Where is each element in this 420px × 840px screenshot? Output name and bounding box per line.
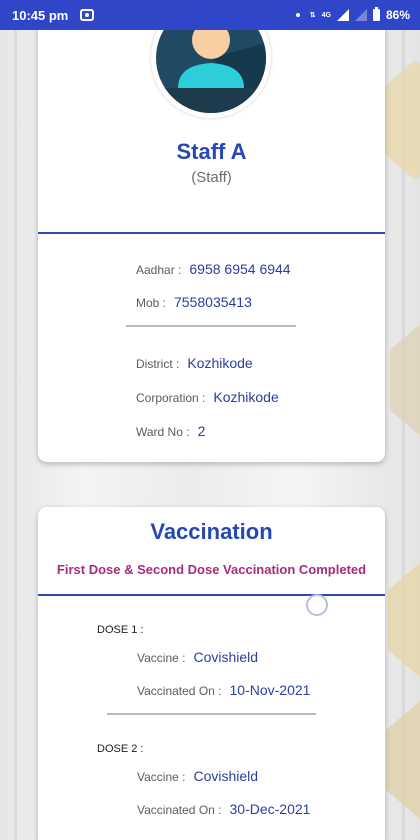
signal-2-icon [354, 9, 367, 21]
staff-role: (Staff) [191, 169, 232, 186]
staff-name: Staff A [176, 139, 247, 164]
divider [107, 713, 316, 715]
touch-indicator [306, 594, 328, 616]
ward-row: Ward No : 2 [136, 423, 205, 439]
dose-date-row: Vaccinated On : 30-Dec-2021 [137, 801, 310, 817]
vaccinated-on-value: 10-Nov-2021 [229, 682, 311, 698]
vaccination-title: Vaccination [150, 519, 273, 544]
ward-label: Ward No : [136, 425, 190, 439]
vaccine-value: Covishield [193, 768, 259, 784]
aadhar-label: Aadhar : [136, 263, 182, 277]
corporation-row: Corporation : Kozhikode [136, 389, 279, 405]
ward-value: 2 [197, 423, 206, 439]
dose-heading: DOSE 1 : [97, 624, 144, 636]
dose-vaccine-row: Vaccine : Covishield [137, 649, 258, 665]
divider [126, 325, 296, 327]
dose-heading: DOSE 2 : [97, 743, 144, 755]
status-time: 10:45 pm [12, 7, 69, 23]
aadhar-value: 6958 6954 6944 [189, 261, 291, 277]
district-row: District : Kozhikode [136, 355, 253, 371]
mob-label: Mob : [136, 296, 167, 310]
dose-date-row: Vaccinated On : 10-Nov-2021 [137, 682, 310, 698]
status-bar: 10:45 pm ⇅ 4G 86% [0, 0, 420, 30]
dose-vaccine-row: Vaccine : Covishield [137, 768, 258, 784]
divider [38, 232, 385, 234]
vaccination-card: Vaccination First Dose & Second Dose Vac… [38, 507, 385, 840]
mobile-row: Mob : 7558035413 [136, 294, 252, 310]
corporation-value: Kozhikode [213, 389, 279, 405]
vaccinated-on-value: 30-Dec-2021 [229, 801, 311, 817]
battery-icon [372, 7, 380, 21]
network-type: 4G [321, 11, 331, 19]
battery-percent: 86% [385, 8, 410, 22]
profile-card: Staff A (Staff) Aadhar : 6958 6954 6944 … [38, 0, 385, 462]
vaccination-status: First Dose & Second Dose Vaccination Com… [56, 562, 367, 577]
vaccinated-on-label: Vaccinated On : [137, 684, 222, 698]
vaccine-label: Vaccine : [137, 651, 186, 665]
corporation-label: Corporation : [136, 391, 206, 405]
aadhar-row: Aadhar : 6958 6954 6944 [136, 261, 291, 277]
data-arrows-icon: ⇅ [309, 11, 316, 19]
district-label: District : [136, 357, 180, 371]
mob-value: 7558035413 [174, 294, 252, 310]
signal-icon [336, 9, 349, 21]
screen-record-icon [80, 9, 95, 21]
divider [38, 594, 385, 596]
vaccine-label: Vaccine : [137, 770, 186, 784]
vaccine-value: Covishield [193, 649, 259, 665]
notification-dot-icon [295, 13, 300, 17]
district-value: Kozhikode [187, 355, 253, 371]
vaccinated-on-label: Vaccinated On : [137, 803, 222, 817]
